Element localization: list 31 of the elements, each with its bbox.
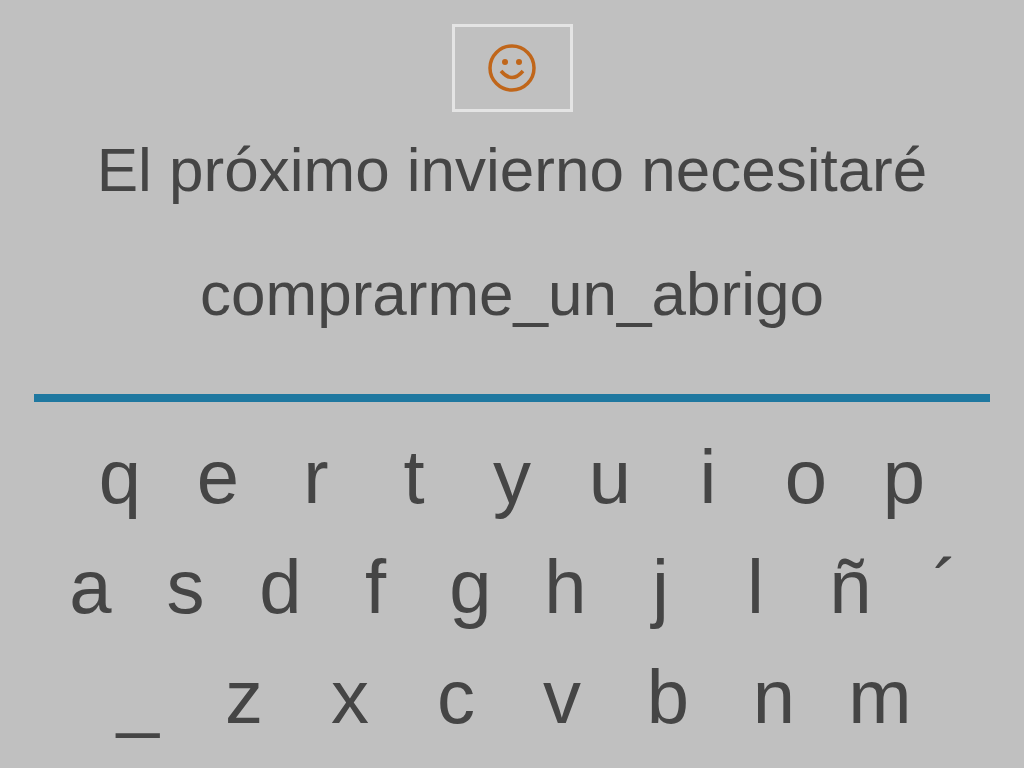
letter-key[interactable]: p (855, 432, 953, 522)
letter-key[interactable]: e (169, 432, 267, 522)
letter-key[interactable]: h (518, 542, 613, 632)
letter-key[interactable]: x (297, 652, 403, 742)
letter-key[interactable]: v (509, 652, 615, 742)
letter-key[interactable]: d (233, 542, 328, 632)
answer-text: comprarme_un_abrigo (200, 258, 824, 330)
letter-key[interactable]: u (561, 432, 659, 522)
letter-key[interactable]: l (708, 542, 803, 632)
letter-key[interactable]: b (615, 652, 721, 742)
letter-key[interactable]: ´ (898, 542, 993, 632)
letter-key[interactable]: _ (85, 652, 191, 742)
letter-key[interactable]: n (721, 652, 827, 742)
letter-key[interactable]: j (613, 542, 708, 632)
letter-key[interactable]: q (71, 432, 169, 522)
letter-key[interactable]: r (267, 432, 365, 522)
letter-key[interactable]: c (403, 652, 509, 742)
letter-key[interactable]: y (463, 432, 561, 522)
letter-key[interactable]: g (423, 542, 518, 632)
letter-key[interactable]: a (43, 542, 138, 632)
letter-key[interactable]: z (191, 652, 297, 742)
letter-key[interactable]: t (365, 432, 463, 522)
letter-key[interactable]: m (827, 652, 933, 742)
letter-key[interactable]: i (659, 432, 757, 522)
smiley-icon (486, 42, 538, 94)
letter-key[interactable]: ñ (803, 542, 898, 632)
letter-key[interactable]: o (757, 432, 855, 522)
smiley-button[interactable] (451, 24, 573, 112)
letter-key[interactable]: s (138, 542, 233, 632)
sentence-text: El próximo invierno necesitaré (96, 134, 928, 206)
letter-key[interactable]: f (328, 542, 423, 632)
